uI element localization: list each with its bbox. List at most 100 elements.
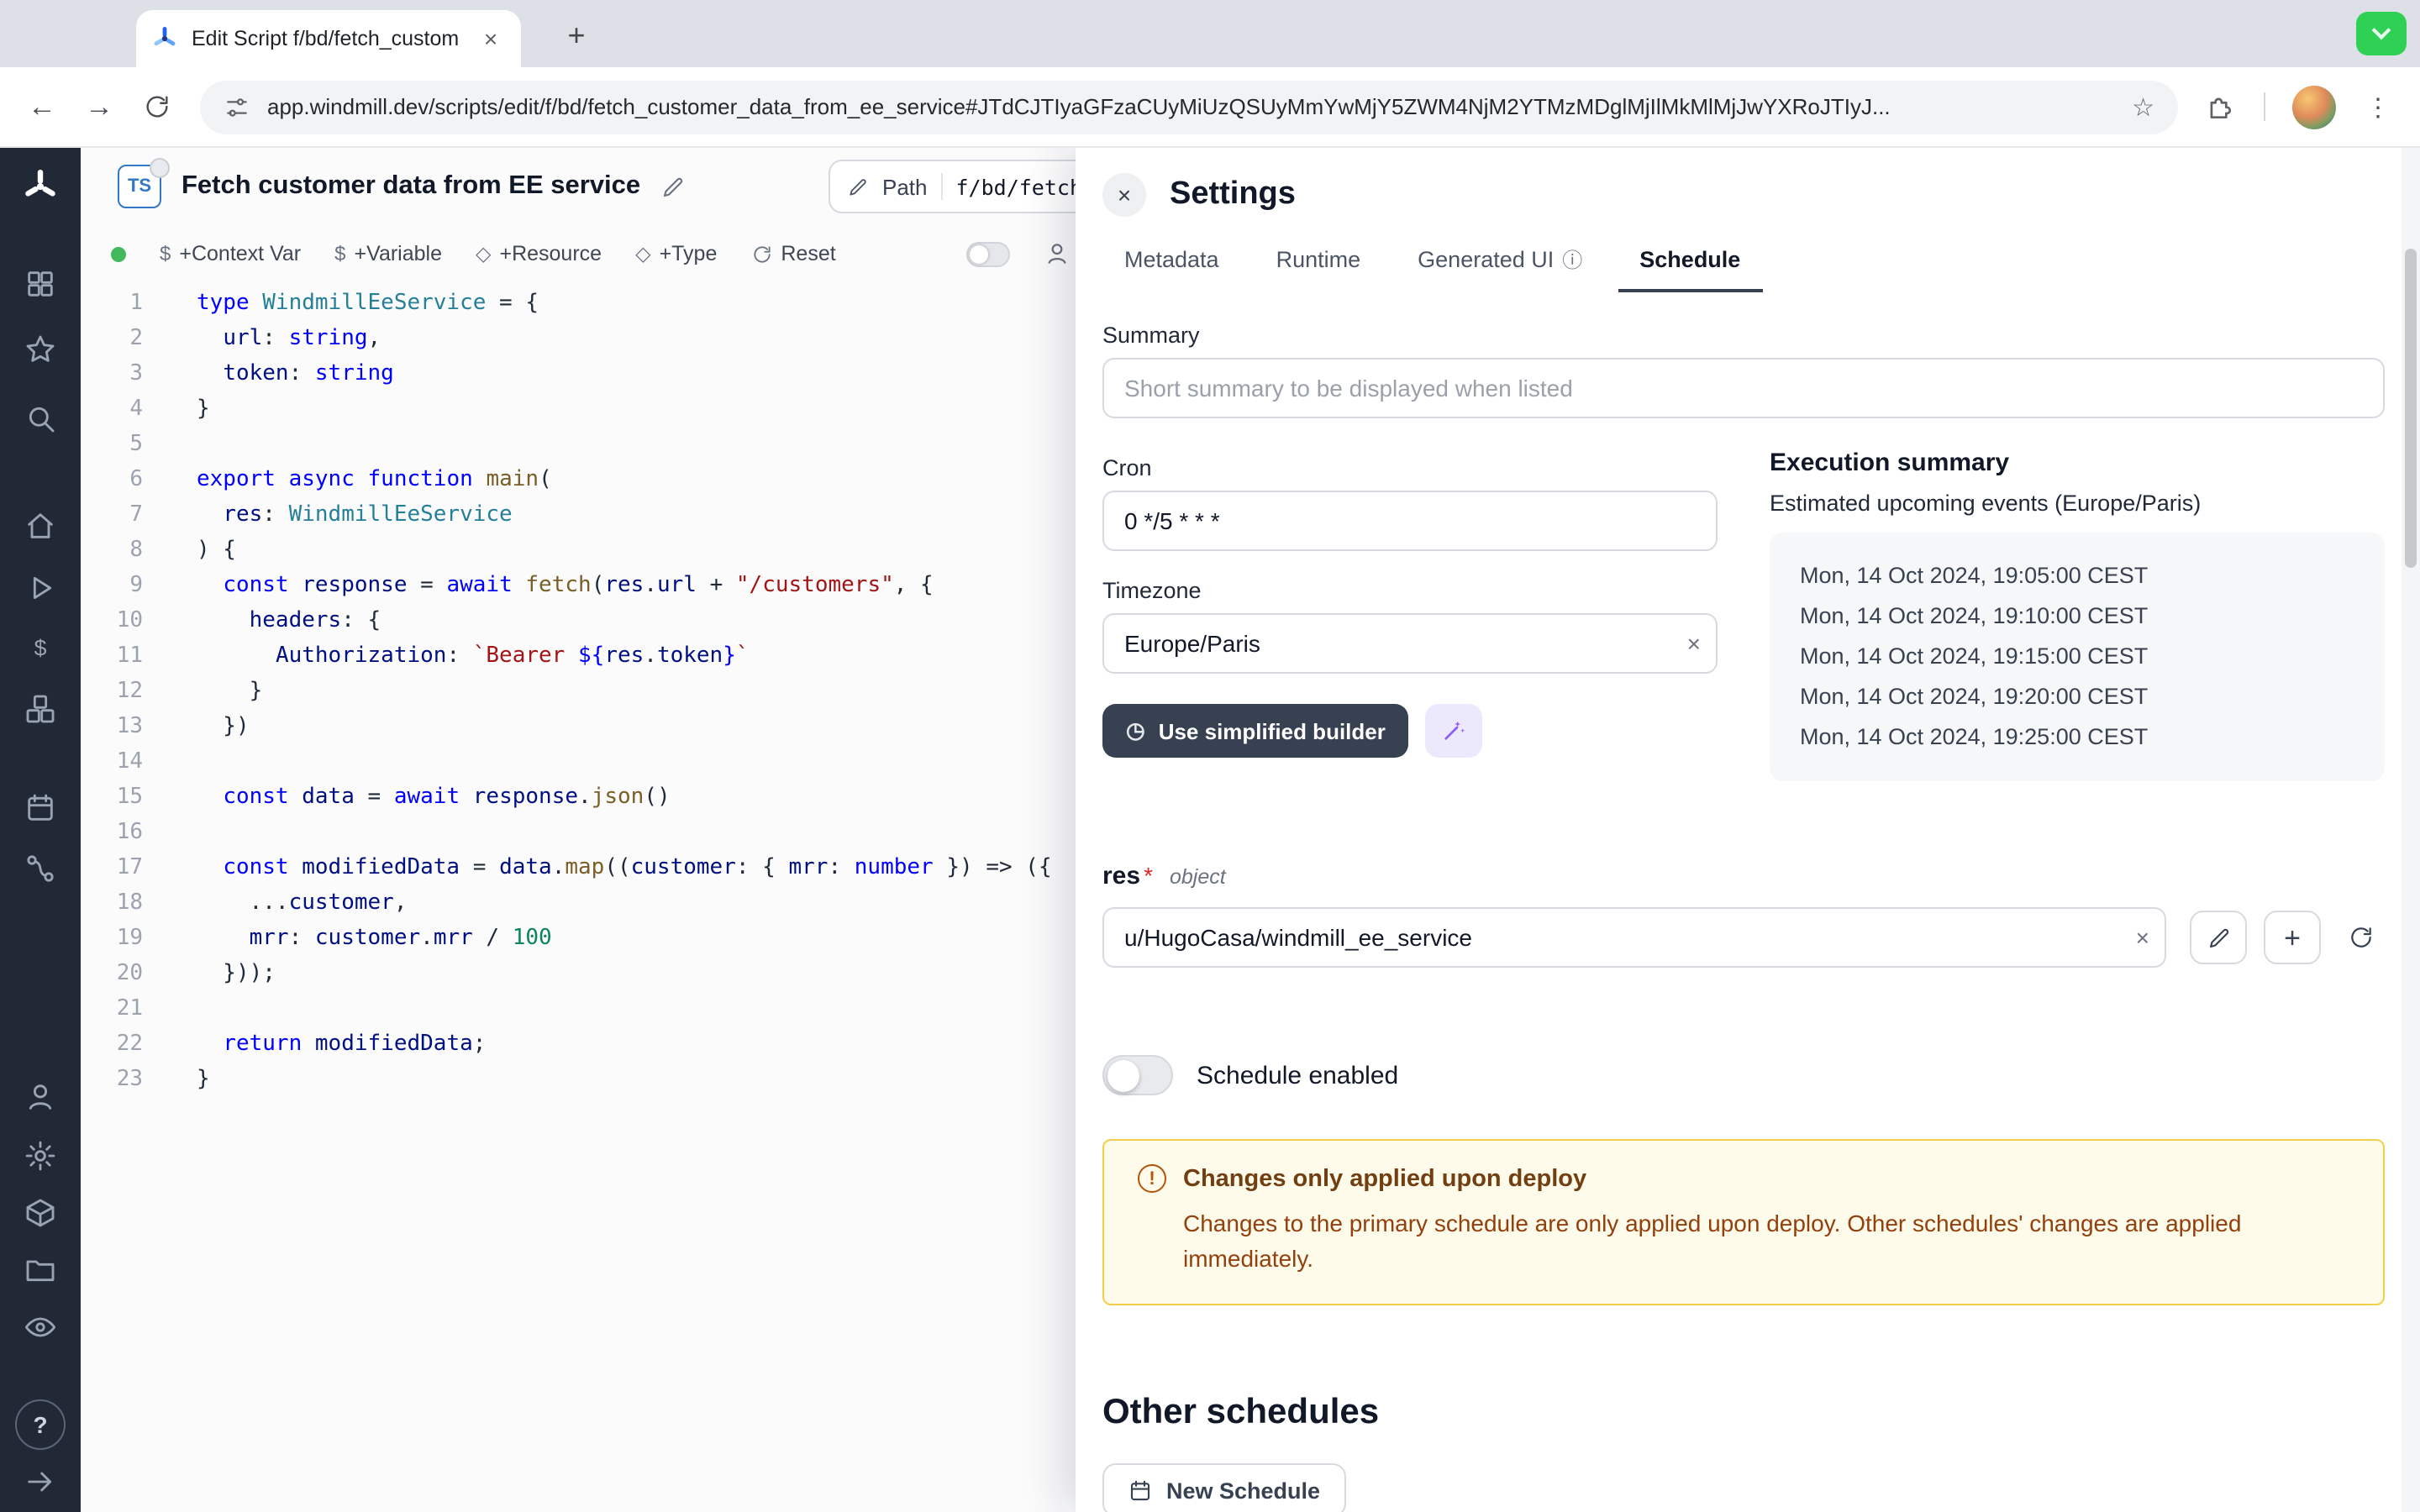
code-line-text xyxy=(151,744,197,780)
reset-button[interactable]: Reset xyxy=(750,242,835,265)
code-line-text: } xyxy=(151,674,262,709)
resource-input[interactable] xyxy=(1102,907,2166,968)
tab-schedule[interactable]: Schedule xyxy=(1618,230,1762,292)
tab-generated-ui[interactable]: Generated UI ⓘ xyxy=(1396,230,1604,292)
sidebar-apps-icon[interactable] xyxy=(24,267,57,301)
sidebar-user-icon[interactable] xyxy=(24,1080,57,1114)
edit-title-icon[interactable] xyxy=(660,174,686,199)
new-schedule-button[interactable]: New Schedule xyxy=(1102,1463,1345,1512)
execution-summary-column: Execution summary Estimated upcoming eve… xyxy=(1770,442,2385,781)
sidebar-routes-icon[interactable] xyxy=(24,852,57,885)
pencil-icon xyxy=(2206,925,2231,950)
add-resource-value-button[interactable]: + xyxy=(2264,911,2321,964)
event-item: Mon, 14 Oct 2024, 19:10:00 CEST xyxy=(1800,596,2365,637)
sidebar-search-icon[interactable] xyxy=(24,402,57,435)
code-line-text: url: string, xyxy=(151,321,381,356)
browser-menu-icon[interactable]: ⋮ xyxy=(2353,81,2403,132)
sidebar-workers-icon[interactable] xyxy=(24,1196,57,1230)
sidebar-audit-logs-icon[interactable] xyxy=(24,1310,57,1344)
ai-assist-button[interactable] xyxy=(1426,704,1483,758)
sidebar-resources-icon[interactable] xyxy=(24,692,57,726)
code-line-text: }) xyxy=(151,709,250,744)
event-item: Mon, 14 Oct 2024, 19:05:00 CEST xyxy=(1800,556,2365,596)
deploy-warning-banner: ! Changes only applied upon deploy Chang… xyxy=(1102,1139,2385,1305)
forward-button[interactable]: → xyxy=(74,81,124,132)
extensions-icon[interactable] xyxy=(2205,91,2237,123)
profile-avatar[interactable] xyxy=(2292,85,2336,129)
schedule-enabled-toggle[interactable] xyxy=(1102,1055,1173,1095)
panel-scrollbar-thumb[interactable] xyxy=(2405,249,2417,568)
event-item: Mon, 14 Oct 2024, 19:25:00 CEST xyxy=(1800,717,2365,758)
sidebar-home-icon[interactable] xyxy=(24,509,57,543)
code-line-text xyxy=(151,991,197,1026)
plus-icon: + xyxy=(2284,923,2301,952)
tab-title: Edit Script f/bd/fetch_custom xyxy=(192,27,462,50)
sidebar-schedules-icon[interactable] xyxy=(24,791,57,825)
code-line-text: const data = await response.json() xyxy=(151,780,671,815)
editor-mode-toggle[interactable] xyxy=(967,241,1011,266)
new-tab-button[interactable]: + xyxy=(555,13,598,57)
back-button[interactable]: ← xyxy=(17,81,67,132)
bookmark-star-icon[interactable]: ☆ xyxy=(2132,92,2154,122)
execution-summary-subtitle: Estimated upcoming events (Europe/Paris) xyxy=(1770,491,2385,516)
line-number: 20 xyxy=(81,956,151,991)
cron-label: Cron xyxy=(1102,455,1718,480)
sidebar-collapse-icon[interactable] xyxy=(24,1465,57,1499)
simplified-builder-button[interactable]: ◷ Use simplified builder xyxy=(1102,704,1409,758)
code-line-text: mrr: customer.mrr / 100 xyxy=(151,921,552,956)
address-bar[interactable]: app.windmill.dev/scripts/edit/f/bd/fetch… xyxy=(200,80,2178,134)
type-icon: ◇ xyxy=(635,242,650,265)
add-context-var-label: +Context Var xyxy=(179,242,301,265)
windmill-logo[interactable] xyxy=(20,166,60,207)
line-number: 15 xyxy=(81,780,151,815)
help-button[interactable]: ? xyxy=(15,1399,66,1450)
sidebar-settings-icon[interactable] xyxy=(24,1139,57,1173)
code-line-text: export async function main( xyxy=(151,462,552,497)
tab-metadata-label: Metadata xyxy=(1124,247,1219,272)
record-indicator-button[interactable] xyxy=(2356,12,2407,55)
close-settings-icon[interactable]: × xyxy=(1102,173,1146,217)
clear-resource-icon[interactable]: × xyxy=(2136,924,2149,951)
add-type-button[interactable]: ◇ +Type xyxy=(635,242,717,265)
add-variable-button[interactable]: $ +Variable xyxy=(334,242,442,265)
code-line-text: ) { xyxy=(151,533,236,568)
browser-tab[interactable]: Edit Script f/bd/fetch_custom × xyxy=(136,10,521,67)
add-resource-button[interactable]: ◇ +Resource xyxy=(476,242,602,265)
tab-runtime[interactable]: Runtime xyxy=(1255,230,1383,292)
add-context-var-button[interactable]: $ +Context Var xyxy=(160,242,301,265)
clock-icon: ◷ xyxy=(1126,717,1145,744)
reload-button[interactable] xyxy=(143,92,171,121)
code-line-text: headers: { xyxy=(151,603,381,638)
edit-resource-button[interactable] xyxy=(2190,911,2247,964)
settings-tabs: Metadata Runtime Generated UI ⓘ Schedule xyxy=(1076,230,2420,292)
upcoming-events-box: Mon, 14 Oct 2024, 19:05:00 CEST Mon, 14 … xyxy=(1770,533,2385,781)
screen: Edit Script f/bd/fetch_custom × + ← → ap… xyxy=(0,0,2420,1512)
line-number: 6 xyxy=(81,462,151,497)
summary-input[interactable] xyxy=(1102,358,2385,418)
refresh-resource-button[interactable] xyxy=(2348,924,2375,951)
code-line-text: const response = await fetch(res.url + "… xyxy=(151,568,934,603)
sidebar-variables-icon[interactable]: $ xyxy=(24,632,57,665)
event-item: Mon, 14 Oct 2024, 19:15:00 CEST xyxy=(1800,637,2365,677)
line-number: 12 xyxy=(81,674,151,709)
browser-toolbar: ← → app.windmill.dev/scripts/edit/f/bd/f… xyxy=(0,67,2420,148)
site-settings-icon[interactable] xyxy=(224,93,250,120)
sidebar-runs-icon[interactable] xyxy=(24,571,57,605)
line-number: 3 xyxy=(81,356,151,391)
code-line-text: type WindmillEeService = { xyxy=(151,286,539,321)
line-number: 14 xyxy=(81,744,151,780)
sidebar-favorites-icon[interactable] xyxy=(24,333,57,366)
code-line-text: Authorization: `Bearer ${res.token}` xyxy=(151,638,750,674)
line-number: 7 xyxy=(81,497,151,533)
cron-input[interactable] xyxy=(1102,491,1718,551)
code-line-text: return modifiedData; xyxy=(151,1026,486,1062)
resource-icon: ◇ xyxy=(476,242,491,265)
sidebar-folders-icon[interactable] xyxy=(24,1253,57,1287)
tab-close-icon[interactable]: × xyxy=(476,24,506,54)
clear-timezone-icon[interactable]: × xyxy=(1687,630,1701,657)
tab-runtime-label: Runtime xyxy=(1276,247,1361,272)
line-number: 2 xyxy=(81,321,151,356)
timezone-input[interactable] xyxy=(1102,613,1718,674)
tab-metadata[interactable]: Metadata xyxy=(1102,230,1241,292)
code-line-text: })); xyxy=(151,956,276,991)
